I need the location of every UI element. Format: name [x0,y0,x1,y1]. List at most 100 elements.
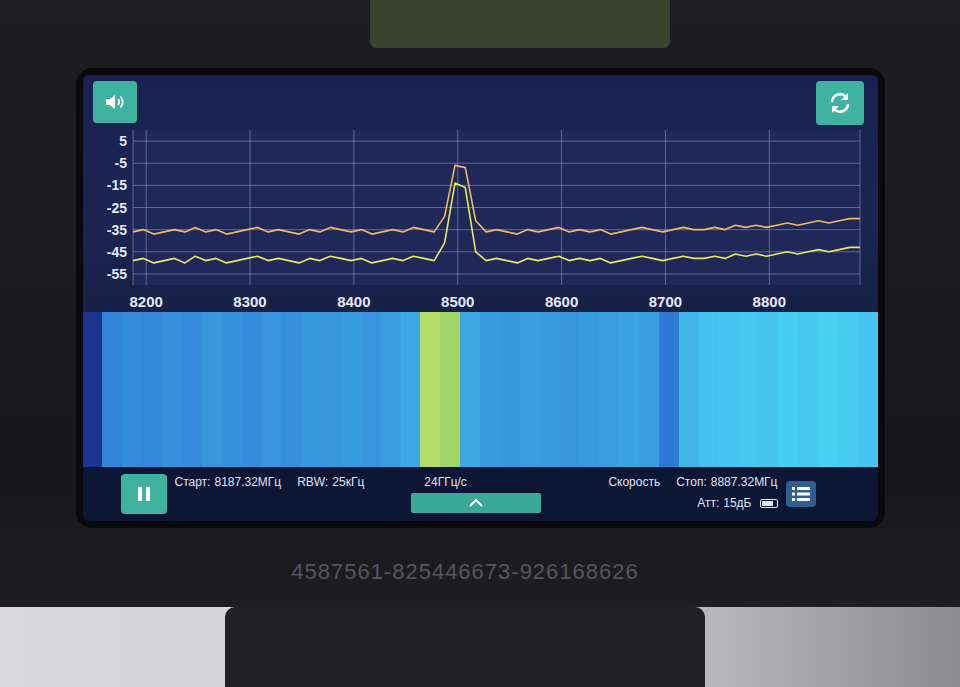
waterfall-column [420,312,440,467]
y-tick-label: 5 [119,133,127,149]
grid-line [133,251,860,252]
stand [225,607,705,687]
rbw-field: RBW:25кГц [297,475,364,489]
plot-area [133,130,860,285]
refresh-button[interactable] [816,81,864,125]
grid-line [561,130,562,285]
serial-number: 4587561-825446673-926168626 [291,558,639,586]
status-row: Атт:15дБ [175,492,778,514]
grid-line [145,130,146,285]
speed-label: Скорость [608,475,660,489]
y-tick-label: -5 [114,155,127,171]
battery-icon [760,499,778,508]
x-tick-label: 8300 [233,293,266,310]
waterfall-column [619,312,639,467]
waterfall-column [321,312,341,467]
grid-line [133,185,860,186]
grid-line [249,130,250,285]
device: 5-5-15-25-35-45-558200830084008500860087… [0,0,960,687]
sound-button[interactable] [93,81,137,123]
grid-line [353,130,354,285]
start-field: Старт:8187.32МГц [175,475,282,489]
waterfall-column [202,312,222,467]
waterfall-column [579,312,599,467]
trace [133,183,860,263]
y-tick-label: -35 [106,222,126,238]
waterfall-column [341,312,361,467]
speed-value: 24ГГц/с [424,475,467,489]
grid-line [133,207,860,208]
waterfall-column [838,312,858,467]
device-clip [370,0,670,48]
waterfall-column [401,312,421,467]
waterfall-column [500,312,520,467]
waterfall-column [599,312,619,467]
grid-line [133,141,860,142]
grid-line [133,163,860,164]
x-tick-label: 8500 [441,293,474,310]
x-tick-label: 8600 [544,293,577,310]
waterfall [83,312,878,467]
waterfall-column [242,312,262,467]
waterfall-column [381,312,401,467]
y-tick-label: -15 [106,177,126,193]
grid-line [133,273,860,274]
waterfall-column [83,312,103,467]
waterfall-column [758,312,778,467]
waterfall-column [162,312,182,467]
waterfall-column [361,312,381,467]
status-bar: Старт:8187.32МГц RBW:25кГц 24ГГц/с Скорость… [83,467,878,521]
waterfall-column [480,312,500,467]
waterfall-column [639,312,659,467]
stop-field: Стоп:8887.32МГц [676,475,777,489]
waterfall-column [818,312,838,467]
waterfall-column [102,312,122,467]
grid-line [664,130,665,285]
menu-icon [791,485,811,503]
waterfall-column [520,312,540,467]
waterfall-column [659,312,679,467]
waterfall-column [301,312,321,467]
waterfall-column [460,312,480,467]
waterfall-column [142,312,162,467]
pause-icon [137,486,151,502]
menu-button[interactable] [786,481,816,507]
expand-tab[interactable] [411,493,541,513]
grid-line [768,130,769,285]
chart-area: 5-5-15-25-35-45-558200830084008500860087… [83,75,878,312]
waterfall-column [679,312,699,467]
grid-line [457,130,458,285]
grid-line [859,130,860,285]
x-tick-label: 8700 [648,293,681,310]
waterfall-column [440,312,460,467]
x-tick-label: 8800 [752,293,785,310]
waterfall-column [798,312,818,467]
pause-button[interactable] [121,474,167,514]
waterfall-column [540,312,560,467]
status-row: Старт:8187.32МГц RBW:25кГц 24ГГц/с Скорость… [175,474,778,490]
waterfall-column [719,312,739,467]
waterfall-column [182,312,202,467]
trace [133,165,860,234]
spectrum-chart: 5-5-15-25-35-45-558200830084008500860087… [83,75,878,312]
waterfall-column [122,312,142,467]
status-main: Старт:8187.32МГц RBW:25кГц 24ГГц/с Скорость… [175,474,778,514]
waterfall-column [560,312,580,467]
waterfall-column [858,312,878,467]
attenuation-field: Атт:15дБ [697,496,777,510]
waterfall-column [261,312,281,467]
waterfall-column [222,312,242,467]
waterfall-column [778,312,798,467]
waterfall-column [281,312,301,467]
table-surface [0,607,960,687]
waterfall-column [738,312,758,467]
chevron-up-icon [468,498,484,508]
y-tick-label: -45 [106,244,126,260]
y-tick-label: -55 [106,266,126,282]
y-tick-label: -25 [106,200,126,216]
refresh-icon [827,90,853,116]
x-tick-label: 8400 [337,293,370,310]
screen: 5-5-15-25-35-45-558200830084008500860087… [83,75,878,521]
speaker-icon [103,90,127,114]
waterfall-column [699,312,719,467]
